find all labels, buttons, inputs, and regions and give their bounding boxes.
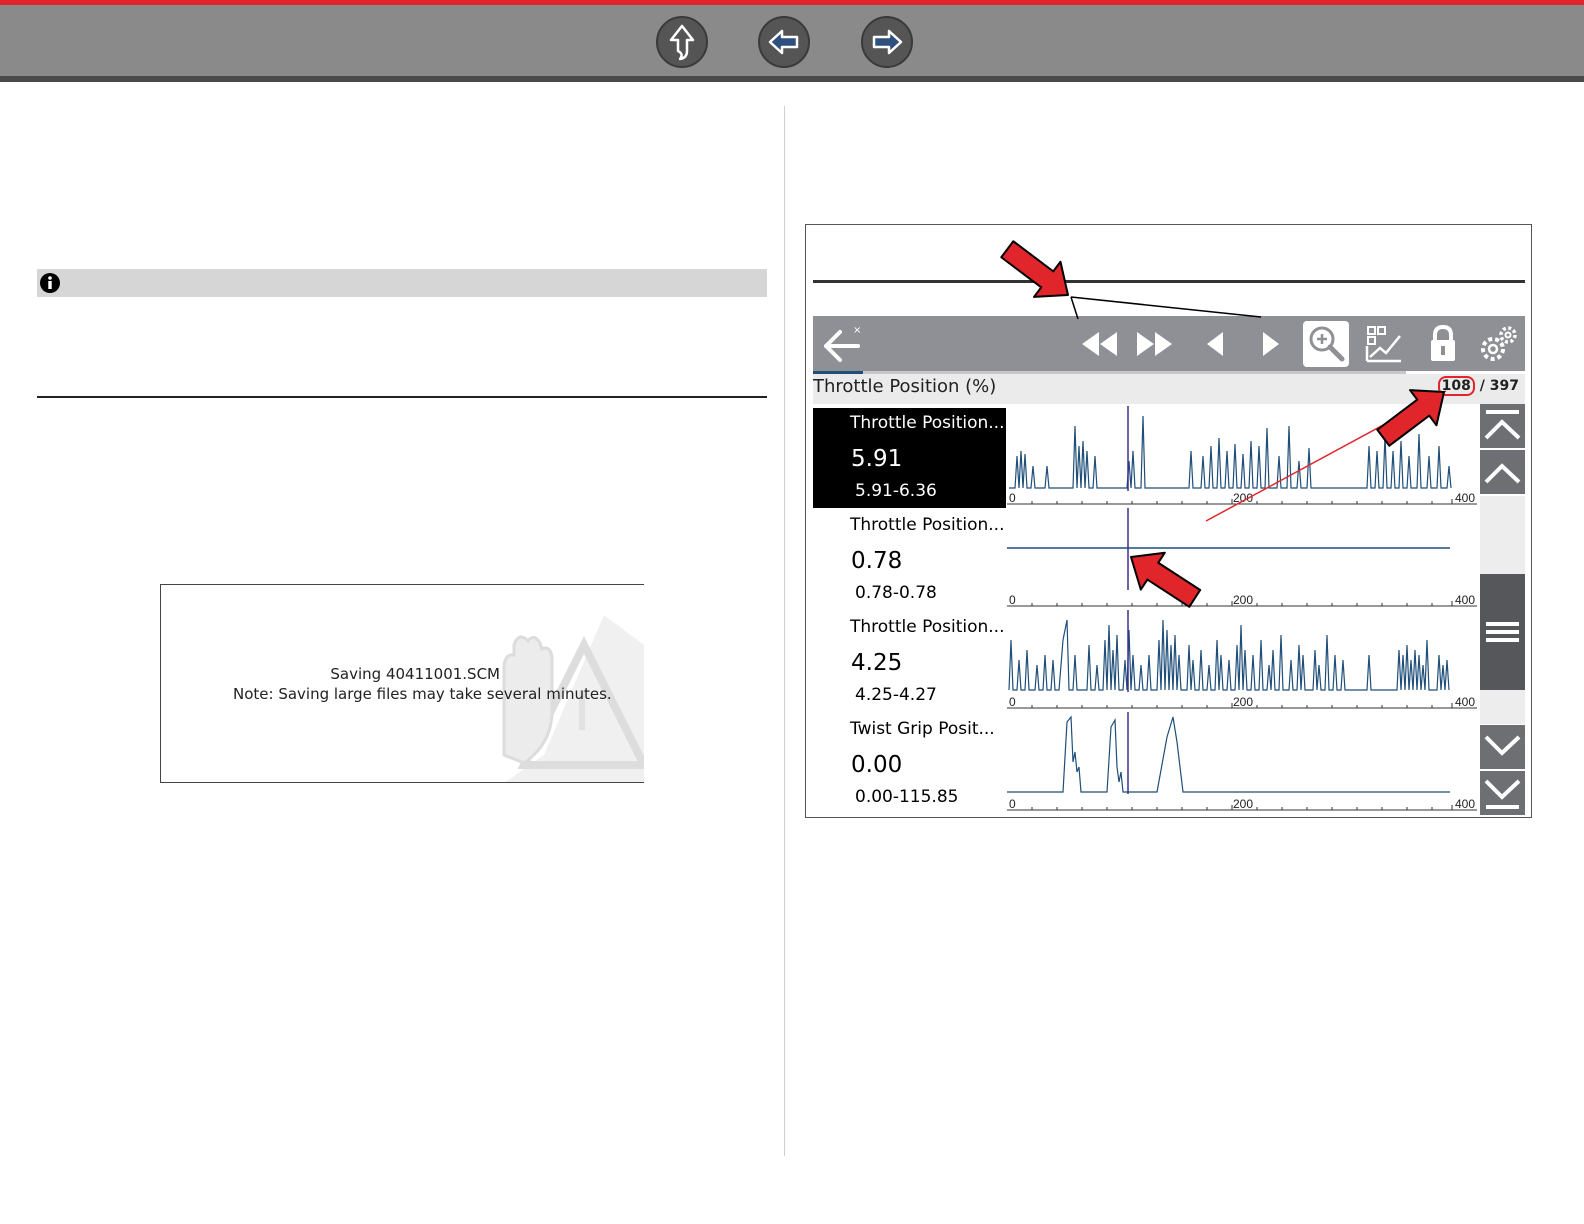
red-arrow-icon	[1130, 551, 1202, 608]
left-arrow-icon	[768, 29, 799, 55]
previous-page-button[interactable]	[758, 16, 810, 68]
column-divider	[784, 106, 785, 1156]
note-header-bar	[37, 269, 767, 297]
section-rule	[37, 396, 767, 398]
top-red-stripe	[0, 0, 1584, 5]
right-arrow-icon	[872, 29, 903, 55]
scan-tool-screenshot: × Throttle Position (%) 108 / 397 Thrott…	[805, 224, 1532, 818]
home-up-button[interactable]	[656, 16, 708, 68]
info-icon	[40, 273, 60, 293]
next-page-button[interactable]	[861, 16, 913, 68]
saving-dialog: Saving 40411001.SCM Note: Saving large f…	[160, 584, 644, 783]
top-navigation-bar	[0, 0, 1584, 82]
callout-line	[1070, 296, 1079, 320]
annotation-overlay	[1000, 240, 1447, 608]
saving-note-text: Note: Saving large files may take severa…	[233, 685, 612, 703]
callout-line	[1070, 296, 1262, 318]
up-arrow-icon	[669, 24, 695, 61]
saving-filename-text: Saving 40411001.SCM	[330, 665, 500, 683]
red-arrow-icon	[1000, 240, 1069, 298]
red-arrow-icon	[1376, 389, 1445, 447]
top-dark-stripe	[0, 76, 1584, 82]
